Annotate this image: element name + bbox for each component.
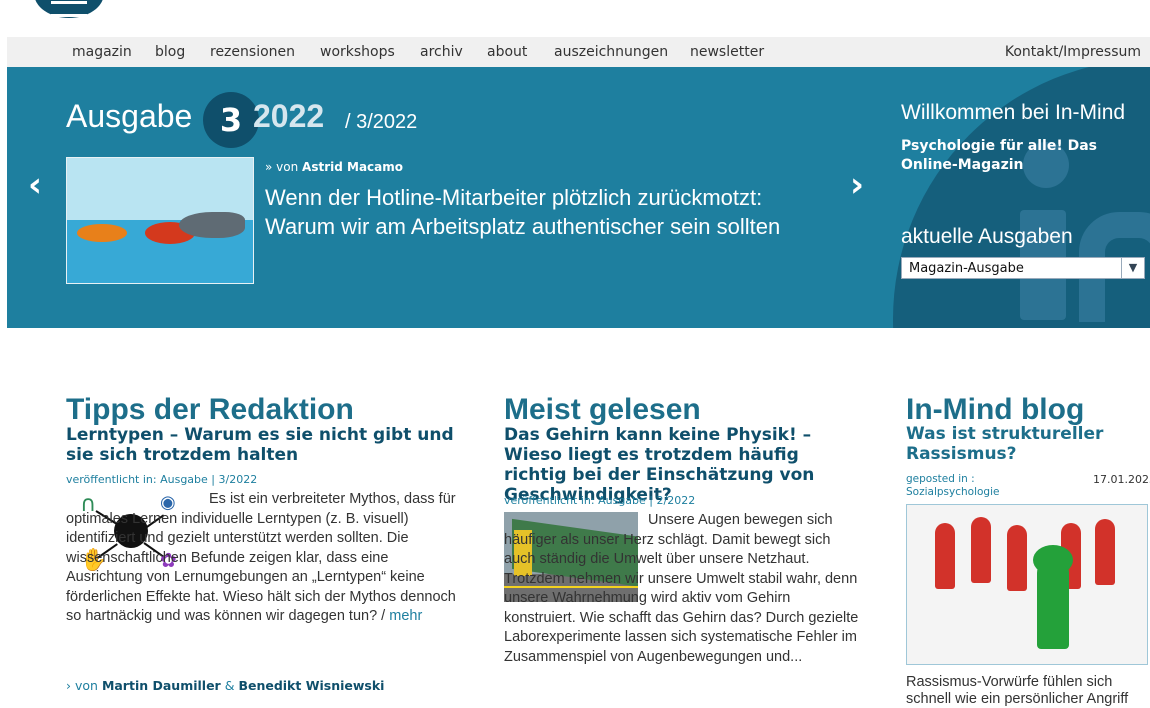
rassismus-image[interactable] [906, 504, 1148, 665]
nav-blog[interactable]: blog [155, 44, 185, 60]
blog-title: In-Mind blog [906, 392, 1085, 426]
previous-arrow-icon[interactable]: ‹ [28, 165, 42, 205]
meist-article-teaser: Unsere Augen bewegen sich häufiger als u… [504, 512, 859, 665]
nav-kontakt-impressum[interactable]: Kontakt/Impressum [1005, 44, 1141, 60]
meist-article-title[interactable]: Das Gehirn kann keine Physik! – Wieso li… [504, 425, 864, 505]
blog-article-teaser: Rassismus-Vorwürfe fühlen sich schnell w… [906, 674, 1129, 707]
featured-author-link[interactable]: Astrid Macamo [302, 160, 403, 174]
red-pawn-1 [935, 523, 955, 589]
nav-magazin[interactable]: magazin [72, 44, 132, 60]
top-header [0, 0, 1150, 37]
chevron-down-icon[interactable]: ▼ [1121, 258, 1144, 278]
in-mind-logo[interactable] [34, 0, 104, 18]
meist-title: Meist gelesen [504, 392, 701, 426]
tipps-article-title[interactable]: Lerntypen – Warum es sie nicht gibt und … [66, 425, 466, 465]
green-pawn [1037, 557, 1069, 649]
red-pawn-2 [971, 517, 991, 583]
nav-auszeichnungen[interactable]: auszeichnungen [554, 44, 668, 60]
nav-about[interactable]: about [487, 44, 527, 60]
author-ampersand: & [224, 678, 235, 693]
tipps-article-text: Es ist ein verbreiteter Mythos, dass für… [66, 491, 456, 624]
blog-article-title[interactable]: Was ist struktureller Rassismus? [906, 424, 1136, 464]
nav-workshops[interactable]: workshops [320, 44, 395, 60]
tipps-author-line: › von Martin Daumiller & Benedikt Wisnie… [66, 678, 384, 693]
main-navigation: magazin blog rezensionen workshops archi… [7, 37, 1150, 68]
featured-article-title[interactable]: Wenn der Hotline-Mitarbeiter plötzlich z… [265, 183, 835, 241]
issue-select-value: Magazin-Ausgabe [909, 261, 1024, 276]
welcome-subtitle: Psychologie für alle! Das Online-Magazin [901, 138, 1097, 173]
issue-label: Ausgabe [66, 98, 193, 134]
issue-subtitle: / 3/2022 [345, 111, 418, 133]
blog-date: 17.01.2023 [1093, 473, 1150, 486]
author-prefix: › von [66, 678, 98, 693]
current-issues-title: aktuelle Ausgaben [901, 225, 1073, 248]
shark-fin [179, 212, 245, 238]
red-pawn-5 [1095, 519, 1115, 585]
tipps-title: Tipps der Redaktion [66, 392, 354, 426]
nav-archiv[interactable]: archiv [420, 44, 463, 60]
welcome-title: Willkommen bei In-Mind [901, 101, 1126, 124]
meist-article-meta[interactable]: veröffentlicht in: Ausgabe | 2/2022 [504, 494, 695, 507]
featured-author: » von Astrid Macamo [265, 160, 403, 174]
hero-banner: Ausgabe 3 2022 / 3/2022 ‹ › » von Astrid… [7, 67, 1150, 328]
next-arrow-icon[interactable]: › [850, 165, 864, 205]
blog-category-link[interactable]: Sozialpsychologie [906, 486, 999, 498]
tipps-article-meta[interactable]: veröffentlicht in: Ausgabe | 3/2022 [66, 473, 257, 486]
author-link-daumiller[interactable]: Martin Daumiller [102, 678, 221, 693]
issue-select-dropdown[interactable]: Magazin-Ausgabe ▼ [901, 257, 1145, 279]
fish-orange [77, 224, 127, 242]
nav-rezensionen[interactable]: rezensionen [210, 44, 295, 60]
issue-number-badge: 3 [203, 92, 259, 148]
tipps-article-teaser: Es ist ein verbreiteter Mythos, dass für… [66, 490, 456, 627]
red-pawn-3 [1007, 525, 1027, 591]
nav-newsletter[interactable]: newsletter [690, 44, 764, 60]
tipps-more-link[interactable]: mehr [389, 608, 422, 624]
author-link-wisniewski[interactable]: Benedikt Wisniewski [238, 678, 384, 693]
issue-year: 2022 [253, 98, 325, 134]
blog-posted-label: geposted in : [906, 473, 975, 485]
featured-author-prefix: » von [265, 160, 299, 174]
logo-lines-icon [51, 1, 87, 17]
featured-article-image[interactable] [66, 157, 254, 284]
